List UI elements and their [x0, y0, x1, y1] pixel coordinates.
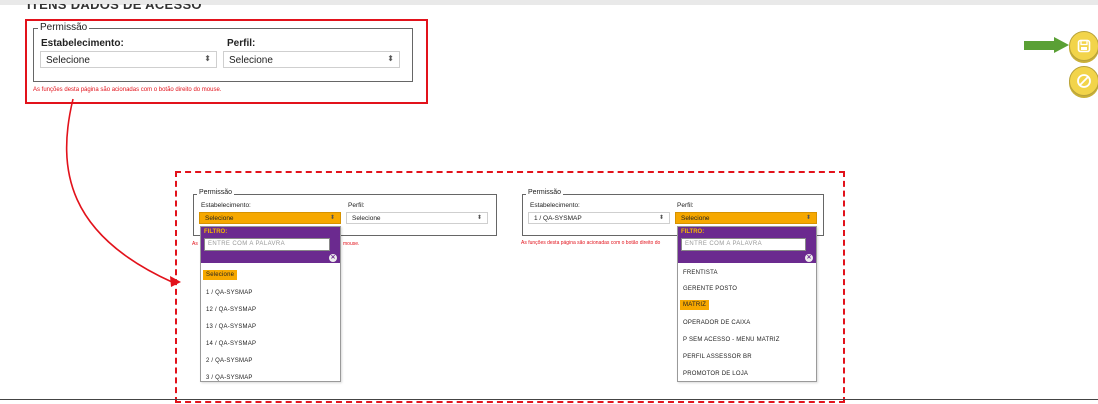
- list-item[interactable]: 14 / QA-SYSMAP: [206, 341, 256, 347]
- zoom-right-establishment-select[interactable]: 1 / QA-SYSMAP ⬍: [528, 212, 670, 224]
- list-item[interactable]: 1 / QA-SYSMAP: [206, 290, 253, 296]
- chevron-updown-icon: ⬍: [204, 54, 211, 63]
- zoom-left-note-prefix: As: [192, 241, 198, 247]
- list-item[interactable]: PROMOTOR DE LOJA: [683, 371, 748, 377]
- zoom-left-legend: Permissão: [197, 189, 235, 196]
- filter-input[interactable]: ENTRE COM A PALAVRA: [681, 238, 806, 251]
- list-item[interactable]: 2 / QA-SYSMAP: [206, 358, 253, 364]
- zoom-left-establishment-label: Estabelecimento:: [201, 202, 251, 209]
- chevron-updown-icon: ⬍: [476, 215, 482, 221]
- list-item-selected[interactable]: MATRIZ: [680, 300, 710, 310]
- zoom-right-profile-select[interactable]: Selecione ⬍: [675, 212, 817, 224]
- list-item[interactable]: FRENTISTA: [683, 270, 718, 276]
- clear-icon[interactable]: ✕: [805, 254, 813, 262]
- zoom-right-legend: Permissão: [526, 189, 564, 196]
- cancel-icon: [1077, 74, 1091, 88]
- clear-icon[interactable]: ✕: [329, 254, 337, 262]
- zoom-right-establishment-label: Estabelecimento:: [530, 202, 580, 209]
- zoom-right-note: As funções desta página são acionadas co…: [521, 240, 661, 246]
- chevron-updown-icon: ⬍: [329, 215, 335, 221]
- list-item-selected[interactable]: Selecione: [203, 270, 238, 280]
- list-item[interactable]: 12 / QA-SYSMAP: [206, 307, 256, 313]
- profile-select-value: Selecione: [229, 55, 273, 66]
- filter-label: FILTRO:: [204, 229, 228, 235]
- establishment-label: Estabelecimento:: [41, 38, 124, 49]
- profile-dropdown: FILTRO: ENTRE COM A PALAVRA ✕ FRENTISTA …: [677, 226, 817, 382]
- list-item[interactable]: P SEM ACESSO - MENU MATRIZ: [683, 337, 780, 343]
- filter-bar: FILTRO: ENTRE COM A PALAVRA ✕: [201, 227, 340, 263]
- zoom-left-profile-select[interactable]: Selecione ⬍: [346, 212, 488, 224]
- list-item[interactable]: 13 / QA-SYSMAP: [206, 324, 256, 330]
- establishment-select-value: Selecione: [46, 55, 90, 66]
- chevron-updown-icon: ⬍: [805, 215, 811, 221]
- instructions-note: As funções desta página são acionadas co…: [33, 87, 222, 93]
- profile-select[interactable]: Selecione ⬍: [223, 51, 400, 68]
- zoom-left-establishment-select[interactable]: Selecione ⬍: [199, 212, 341, 224]
- save-icon: [1077, 39, 1091, 53]
- save-button[interactable]: [1069, 31, 1098, 61]
- list-item[interactable]: 3 / QA-SYSMAP: [206, 375, 253, 381]
- zoom-left-profile-value: Selecione: [352, 215, 381, 222]
- list-item[interactable]: GERENTE POSTO: [683, 286, 737, 292]
- chevron-updown-icon: ⬍: [387, 54, 394, 63]
- filter-input[interactable]: ENTRE COM A PALAVRA: [204, 238, 330, 251]
- list-item[interactable]: OPERADOR DE CAIXA: [683, 320, 750, 326]
- zoom-right-profile-label: Perfil:: [677, 202, 694, 209]
- zoom-left-establishment-value: Selecione: [205, 215, 234, 222]
- zoom-right-establishment-value: 1 / QA-SYSMAP: [534, 215, 582, 222]
- chevron-updown-icon: ⬍: [658, 215, 664, 221]
- cancel-button[interactable]: [1069, 66, 1098, 96]
- profile-label: Perfil:: [227, 38, 256, 49]
- filter-label: FILTRO:: [681, 229, 705, 235]
- zoom-left-note-suffix: mouse.: [343, 241, 360, 247]
- bottom-divider: [0, 399, 1098, 400]
- permission-legend: Permissão: [38, 22, 90, 33]
- green-pointer-arrow: [1024, 37, 1071, 53]
- establishment-select[interactable]: Selecione ⬍: [40, 51, 217, 68]
- establishment-dropdown: FILTRO: ENTRE COM A PALAVRA ✕ Selecione …: [200, 226, 341, 382]
- callout-arrow: [65, 98, 181, 287]
- list-item[interactable]: PERFIL ASSESSOR BR: [683, 354, 752, 360]
- zoom-right-profile-value: Selecione: [681, 215, 710, 222]
- filter-bar: FILTRO: ENTRE COM A PALAVRA ✕: [678, 227, 816, 263]
- section-title: ÍTENS DADOS DE ACESSO: [27, 4, 202, 12]
- zoom-left-profile-label: Perfil:: [348, 202, 365, 209]
